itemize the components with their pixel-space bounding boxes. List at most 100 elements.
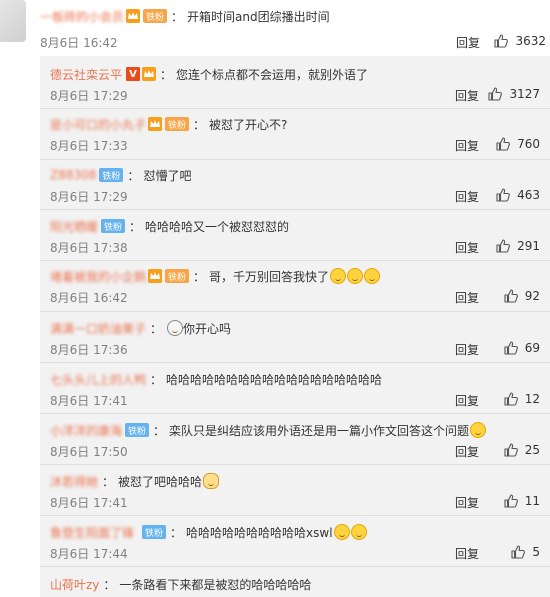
- comment-line: 鲁登生阳面了锋 铁粉 ： 哈哈哈哈哈哈哈哈哈哈xswl: [50, 522, 367, 542]
- reply-button[interactable]: 回复: [456, 34, 480, 51]
- like-count: 5: [532, 545, 540, 559]
- like-count: 291: [517, 239, 540, 253]
- like-button[interactable]: 291: [495, 238, 540, 254]
- divider: [40, 566, 550, 567]
- thumbs-up-icon: [511, 545, 526, 559]
- comment-line: 沐若得她 ： 被怼了吧哈哈哈: [50, 471, 220, 491]
- comment-text: 栾队只是纠结应该用外语还是用一篇小作文回答这个问题: [169, 423, 470, 438]
- thumbs-up-icon: [496, 239, 511, 253]
- laughing-emoji-icon: [470, 422, 487, 438]
- like-button[interactable]: 12: [503, 391, 540, 407]
- puppy-emoji-icon: [167, 320, 184, 336]
- reply-button[interactable]: 回复: [455, 87, 479, 104]
- divider: [40, 515, 550, 516]
- comment-text: 哥，千万别回答我快了: [209, 269, 330, 284]
- username[interactable]: 是小可口的小丸子: [50, 116, 146, 133]
- thumbs-up-icon: [504, 341, 518, 355]
- divider: [40, 209, 550, 210]
- username[interactable]: 山荷叶zy: [50, 576, 99, 593]
- like-button[interactable]: 3127: [487, 86, 540, 102]
- like-button[interactable]: 25: [503, 442, 540, 458]
- verified-v-icon: V: [126, 67, 141, 81]
- comment-date: 8月6日 16:42: [40, 36, 118, 50]
- comment-line: Z88308 铁粉 ： 怼懵了吧: [50, 168, 192, 183]
- comment-text: 开箱时间and团综播出时间: [187, 9, 330, 24]
- fan-badge: 铁粉: [142, 525, 167, 539]
- comment-line: 满满一口奶油栗子 ： 你开心吗: [50, 320, 232, 337]
- comment-line: 是小可口的小丸子 铁粉 ： 被怼了开心不?: [50, 116, 288, 133]
- thumbs-up-icon: [504, 443, 518, 457]
- vip-crown-icon: [142, 67, 157, 81]
- like-button[interactable]: 92: [503, 288, 540, 304]
- comment-text: 被怼了吧哈哈哈: [118, 474, 203, 489]
- fan-badge: 铁粉: [99, 168, 124, 182]
- comment-line: 七头头儿上的人鸭 ： 哈哈哈哈哈哈哈哈哈哈哈哈哈哈哈哈哈哈: [50, 371, 383, 388]
- laughing-emoji-icon: [330, 268, 347, 284]
- username[interactable]: 阳光晒暖: [50, 218, 98, 235]
- divider: [40, 260, 550, 261]
- reply-button[interactable]: 回复: [455, 443, 479, 460]
- fan-badge: 铁粉: [125, 423, 150, 437]
- thumbs-up-icon: [496, 188, 511, 202]
- thumbs-up-icon: [488, 87, 503, 101]
- comment-line: 一板砖的小会员 铁粉 ： 开箱时间and团综播出时间: [40, 8, 330, 25]
- like-count: 12: [524, 392, 540, 406]
- comment-date: 8月6日 17:33: [50, 139, 128, 153]
- username[interactable]: 堵着被我的小企鹅: [50, 268, 146, 285]
- comment-text: 哈哈哈哈哈哈哈哈哈哈xswl: [186, 525, 333, 540]
- reply-button[interactable]: 回复: [455, 289, 479, 306]
- comment-text: 哈哈哈哈哈哈哈哈哈哈哈哈哈哈哈哈哈哈: [166, 372, 383, 387]
- divider: [40, 464, 550, 465]
- username[interactable]: 满满一口奶油栗子: [50, 320, 146, 337]
- comment-line: 小洋洋的康海 铁粉 ： 栾队只是纠结应该用外语还是用一篇小作文回答这个问题: [50, 420, 487, 440]
- reply-button[interactable]: 回复: [455, 188, 479, 205]
- reply-button[interactable]: 回复: [455, 341, 479, 358]
- avatar[interactable]: [0, 0, 26, 42]
- reply-button[interactable]: 回复: [455, 545, 479, 562]
- like-count: 3127: [509, 87, 540, 101]
- comment-text: 一条路看下来都是被怼的哈哈哈哈哈: [119, 577, 312, 592]
- username[interactable]: 小洋洋的康海: [50, 422, 122, 439]
- username[interactable]: 沐若得她: [50, 473, 98, 490]
- reply-button[interactable]: 回复: [455, 239, 479, 256]
- comment-date: 8月6日 16:42: [50, 291, 128, 305]
- like-button[interactable]: 5: [510, 544, 540, 560]
- like-button[interactable]: 69: [503, 340, 540, 356]
- comment-text: 怼懵了吧: [143, 168, 192, 183]
- top-comment: 一板砖的小会员 铁粉 ： 开箱时间and团综播出时间 8月6日 16:42 回复…: [0, 0, 550, 56]
- comment-date: 8月6日 17:29: [50, 89, 128, 103]
- like-button[interactable]: 3632: [493, 33, 546, 49]
- like-count: 3632: [515, 34, 546, 48]
- reply-button[interactable]: 回复: [455, 392, 479, 409]
- vip-crown-icon: [148, 117, 163, 131]
- divider: [40, 362, 550, 363]
- like-count: 11: [524, 494, 540, 508]
- fan-badge: 铁粉: [165, 269, 190, 283]
- username[interactable]: 七头头儿上的人鸭: [50, 371, 146, 388]
- username[interactable]: 德云社栾云平: [50, 66, 122, 83]
- comment-line: 堵着被我的小企鹅 铁粉 ： 哥，千万别回答我快了: [50, 266, 381, 286]
- vip-crown-icon: [148, 269, 163, 283]
- comment-text: 被怼了开心不?: [209, 117, 288, 132]
- username[interactable]: 鲁登生阳面了锋: [50, 524, 134, 541]
- comment-date: 8月6日 17:38: [50, 241, 128, 255]
- thumbs-up-icon: [504, 392, 518, 406]
- reply-button[interactable]: 回复: [455, 137, 479, 154]
- comment-text: 哈哈哈哈又一个被怼怼怼的: [145, 219, 290, 234]
- username[interactable]: 一板砖的小会员: [40, 8, 124, 25]
- like-button[interactable]: 760: [495, 136, 540, 152]
- cat-emoji-icon: [203, 473, 220, 489]
- like-count: 463: [517, 188, 540, 202]
- thumbs-up-icon: [496, 137, 511, 151]
- username[interactable]: Z88308: [50, 168, 96, 182]
- like-button[interactable]: 11: [503, 493, 540, 509]
- comment-text: 您连个标点都不会运用，就别外语了: [176, 67, 369, 82]
- laughing-emoji-icon: [347, 268, 364, 284]
- fan-badge: 铁粉: [143, 9, 168, 23]
- comment-line: 德云社栾云平 V ： 您连个标点都不会运用，就别外语了: [50, 66, 369, 83]
- like-button[interactable]: 463: [495, 187, 540, 203]
- comment-date: 8月6日 17:44: [50, 547, 128, 561]
- reply-button[interactable]: 回复: [455, 494, 479, 511]
- thumbs-up-icon: [494, 34, 509, 48]
- comment-date: 8月6日 17:50: [50, 445, 128, 459]
